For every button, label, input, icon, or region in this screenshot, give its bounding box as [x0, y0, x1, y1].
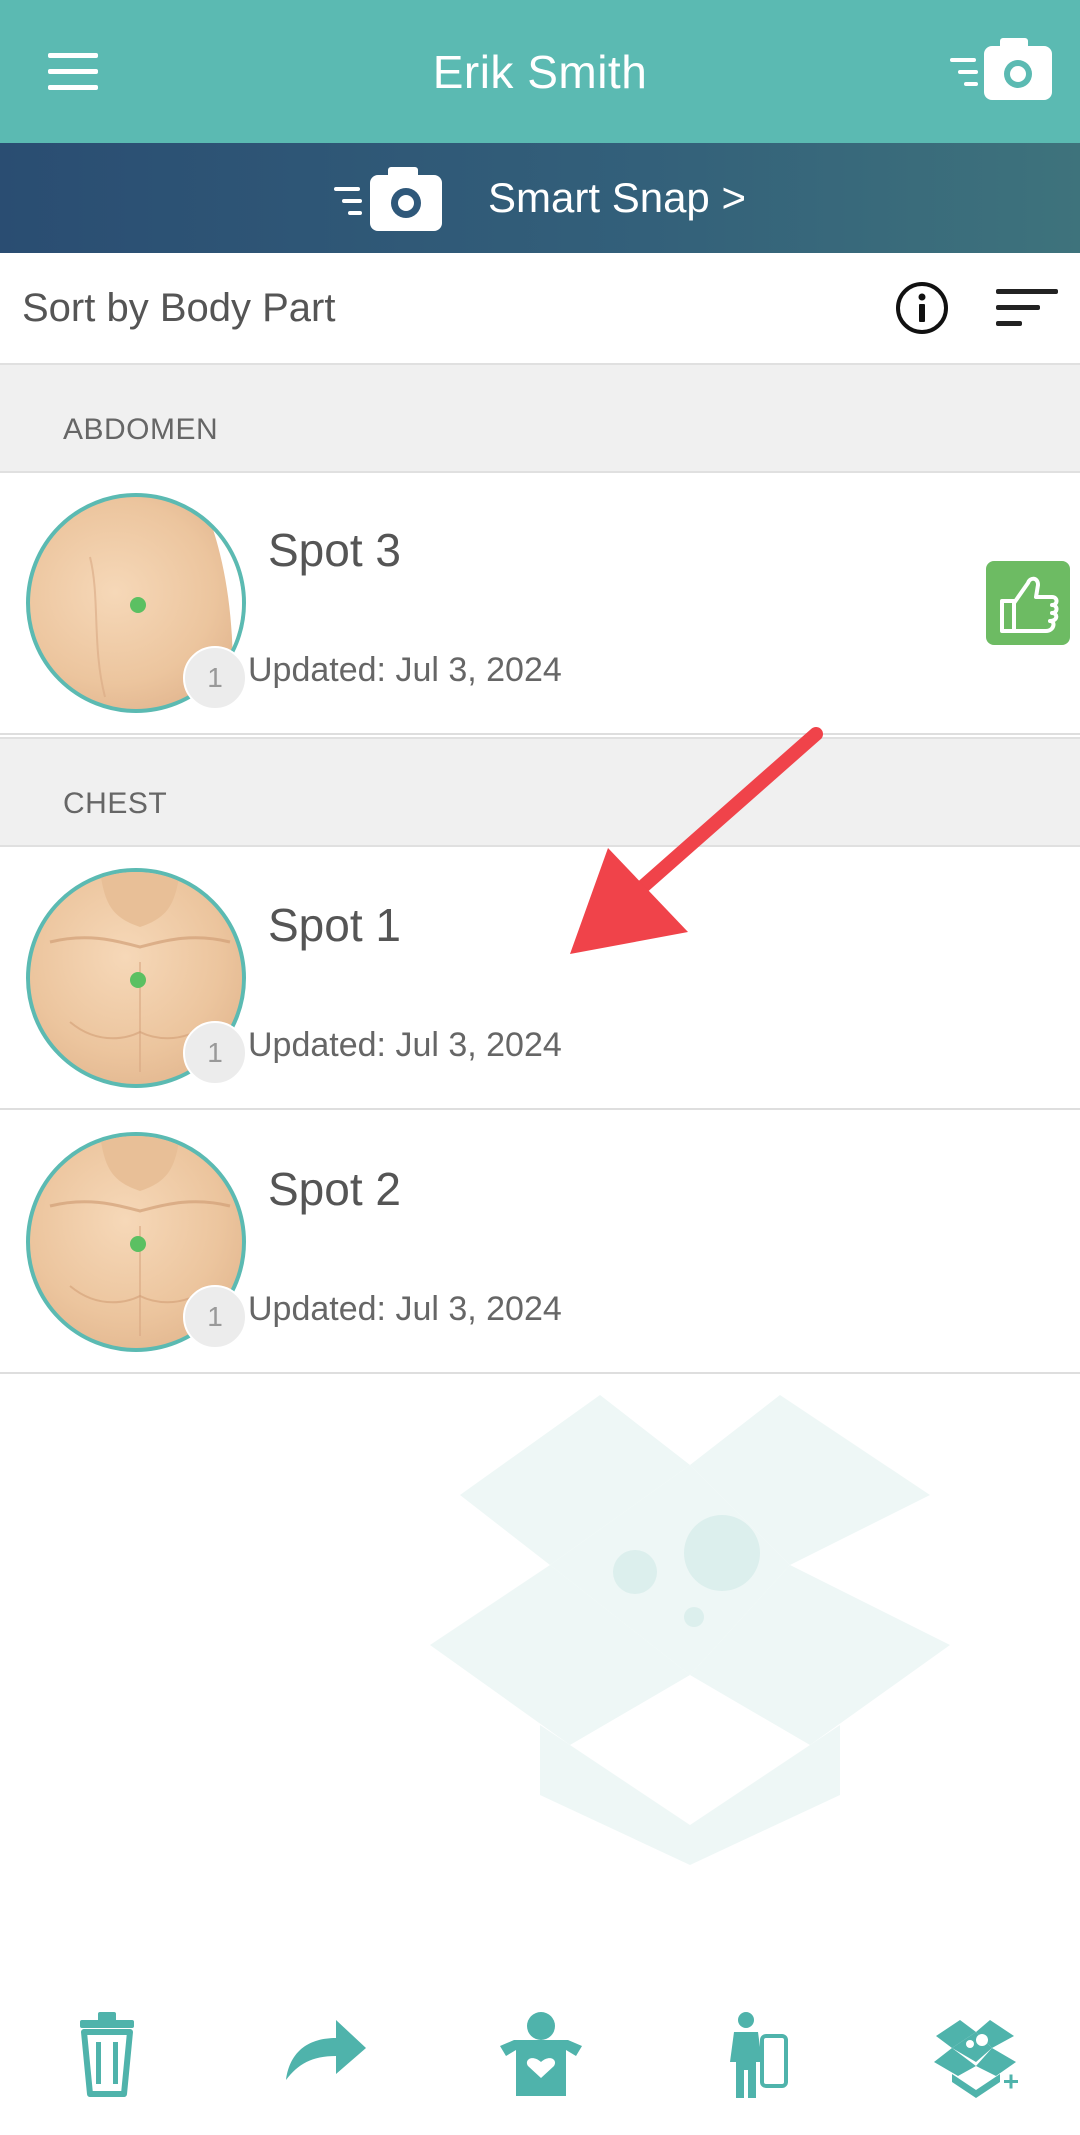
body-map-icon[interactable] — [712, 2010, 802, 2100]
app-header: Erik Smith — [0, 0, 1080, 143]
thumbs-up-icon — [1000, 576, 1059, 633]
quick-camera-icon — [334, 167, 443, 231]
smart-snap-label: Smart Snap > — [488, 174, 746, 221]
spot-row[interactable]: 1 Spot 2 Updated: Jul 3, 2024 — [0, 1112, 1080, 1374]
page-title: Erik Smith — [432, 45, 648, 98]
sort-label[interactable]: Sort by Body Part — [22, 286, 335, 331]
quick-camera-icon[interactable] — [948, 34, 1058, 104]
spot-name: Spot 2 — [268, 1163, 401, 1215]
section-header-chest: CHEST — [0, 737, 1080, 847]
section-label: ABDOMEN — [63, 413, 219, 446]
spot-row[interactable]: 1 Spot 3 Updated: Jul 3, 2024 — [0, 473, 1080, 735]
sort-icon[interactable] — [994, 285, 1060, 331]
info-icon[interactable] — [894, 280, 950, 336]
spot-updated-date: Updated: Jul 3, 2024 — [248, 1290, 562, 1328]
section-header-abdomen: ABDOMEN — [0, 363, 1080, 473]
share-icon[interactable] — [280, 2010, 370, 2100]
sort-bar: Sort by Body Part — [0, 253, 1080, 363]
hamburger-menu-icon[interactable] — [40, 44, 106, 98]
empty-box-illustration — [430, 1395, 950, 1865]
annotation-arrow — [570, 727, 823, 954]
spot-name: Spot 3 — [268, 524, 401, 576]
spot-marker — [130, 1236, 146, 1252]
spot-marker — [130, 972, 146, 988]
image-count-badge: 1 — [183, 646, 247, 710]
spot-marker — [130, 597, 146, 613]
spot-updated-date: Updated: Jul 3, 2024 — [248, 1026, 562, 1064]
thumbs-up-badge — [986, 561, 1070, 645]
spot-name: Spot 1 — [268, 899, 401, 951]
spot-updated-date: Updated: Jul 3, 2024 — [248, 651, 562, 689]
patient-care-icon[interactable] — [496, 2010, 586, 2100]
add-box-icon[interactable] — [930, 2010, 1020, 2100]
trash-icon[interactable] — [62, 2010, 152, 2100]
bottom-toolbar — [0, 2010, 1080, 2115]
spot-row[interactable]: 1 Spot 1 Updated: Jul 3, 2024 — [0, 848, 1080, 1110]
image-count-badge: 1 — [183, 1285, 247, 1349]
smart-snap-button[interactable]: Smart Snap > — [0, 143, 1080, 253]
section-label: CHEST — [63, 787, 168, 820]
image-count-badge: 1 — [183, 1021, 247, 1085]
